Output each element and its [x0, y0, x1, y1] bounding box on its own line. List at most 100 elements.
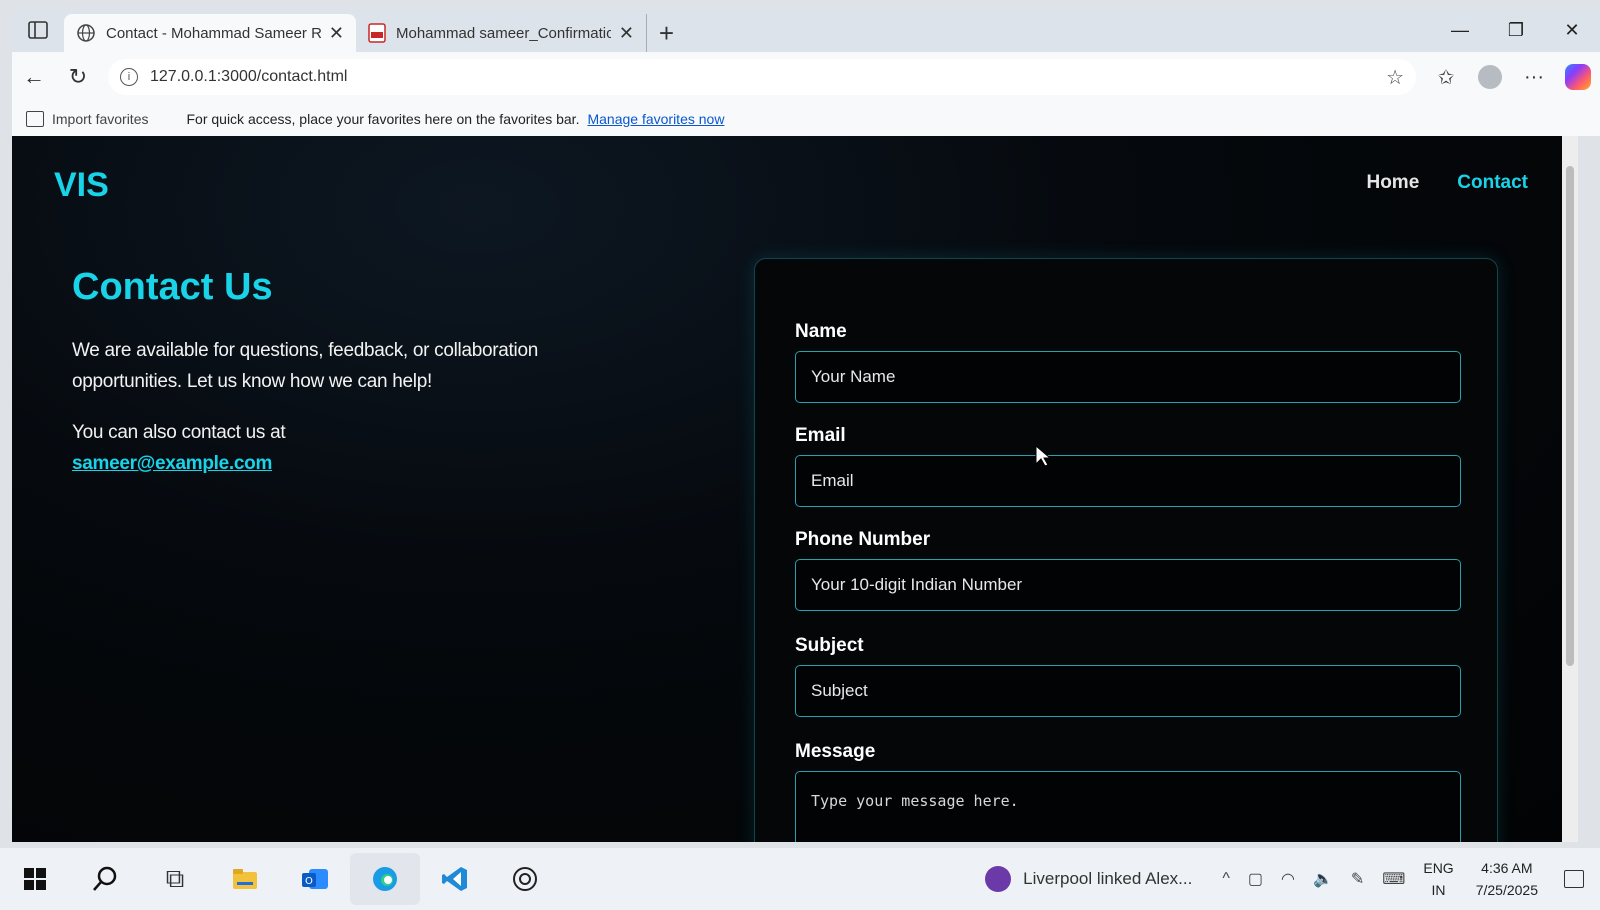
message-textarea[interactable]: Type your message here.: [795, 771, 1461, 842]
email-field-group: Email Email: [795, 425, 1461, 507]
chatgpt-icon[interactable]: [490, 853, 560, 905]
message-label: Message: [795, 741, 876, 762]
add-favorite-star-icon[interactable]: ☆: [1386, 65, 1404, 90]
nav-contact-link[interactable]: Contact: [1457, 172, 1528, 194]
lang-code: ENG: [1423, 860, 1454, 876]
edge-icon[interactable]: [350, 853, 420, 905]
region-code: IN: [1431, 882, 1446, 898]
new-tab-button[interactable]: +: [646, 14, 686, 52]
taskbar: ⧉ O Liverpool linked Alex... ^ ▢ ◠ 🔈 ✎ ⌨: [0, 848, 1600, 910]
web-page: VIS Home Contact Contact Us We are avail…: [12, 136, 1562, 842]
page-scrollbar[interactable]: [1562, 136, 1578, 842]
avatar: [1478, 65, 1502, 89]
manage-favorites-link[interactable]: Manage favorites now: [587, 111, 724, 127]
address-bar-row: ← ↻ i 127.0.0.1:3000/contact.html ☆ ✩ ··…: [12, 52, 1600, 102]
subject-label: Subject: [795, 635, 864, 656]
minimize-button[interactable]: —: [1432, 8, 1488, 52]
time-text: 4:36 AM: [1481, 860, 1533, 876]
chatgpt-logo-icon: [513, 867, 537, 891]
start-button[interactable]: [0, 853, 70, 905]
wifi-icon[interactable]: ◠: [1281, 869, 1295, 889]
site-logo[interactable]: VIS: [54, 166, 109, 205]
svg-text:O: O: [305, 876, 313, 887]
tab-pdf[interactable]: Mohammad sameer_Confirmatio ✕: [356, 14, 646, 52]
also-contact-text: You can also contact us at sameer@exampl…: [72, 417, 632, 479]
windows-icon: [24, 868, 46, 890]
tab-title: Contact - Mohammad Sameer Ra: [106, 24, 321, 42]
address-bar[interactable]: i 127.0.0.1:3000/contact.html ☆: [108, 59, 1416, 95]
globe-icon: [77, 24, 95, 42]
contact-info: Contact Us We are available for question…: [72, 266, 632, 479]
tab-title: Mohammad sameer_Confirmatio: [396, 24, 611, 42]
meet-icon[interactable]: ▢: [1248, 869, 1263, 889]
language-indicator[interactable]: ENG IN: [1423, 857, 1453, 901]
email-input[interactable]: Email: [795, 455, 1461, 507]
close-tab-icon[interactable]: ✕: [329, 23, 344, 44]
pdf-icon: [368, 23, 386, 43]
email-link[interactable]: sameer@example.com: [72, 453, 272, 474]
outlook-logo-icon: O: [302, 869, 328, 889]
page-title: Contact Us: [72, 266, 273, 308]
toolbar-right: ✩ ···: [1424, 55, 1600, 99]
outlook-icon[interactable]: O: [280, 853, 350, 905]
site-info-icon[interactable]: i: [120, 68, 138, 86]
profile-button[interactable]: [1468, 55, 1512, 99]
edge-logo-icon: [373, 867, 397, 891]
subject-field-group: Subject Subject: [795, 635, 1461, 717]
notification-icon[interactable]: [1564, 870, 1584, 888]
news-headline: Liverpool linked Alex...: [1023, 869, 1193, 888]
name-label: Name: [795, 321, 847, 342]
keyboard-icon[interactable]: ⌨: [1382, 869, 1405, 889]
file-explorer-icon[interactable]: [210, 853, 280, 905]
tab-strip: Contact - Mohammad Sameer Ra ✕ Mohammad …: [12, 8, 1600, 52]
task-view-button[interactable]: ⧉: [140, 853, 210, 905]
import-favorites-button[interactable]: Import favorites: [26, 111, 148, 127]
scrollbar-thumb[interactable]: [1566, 166, 1574, 666]
copilot-button[interactable]: [1556, 55, 1600, 99]
phone-input[interactable]: Your 10-digit Indian Number: [795, 559, 1461, 611]
also-contact-label: You can also contact us at: [72, 422, 286, 443]
show-hidden-icons-icon[interactable]: ^: [1222, 870, 1230, 888]
folder-icon: [233, 869, 257, 889]
news-club-icon: [985, 866, 1012, 892]
nav-home-link[interactable]: Home: [1366, 172, 1419, 194]
copilot-icon: [1565, 64, 1591, 90]
favorites-bar: Import favorites For quick access, place…: [12, 102, 1600, 136]
back-icon[interactable]: ←: [12, 55, 56, 99]
name-input[interactable]: Your Name: [795, 351, 1461, 403]
sidebar-toggle-button[interactable]: [12, 8, 64, 52]
close-window-button[interactable]: ✕: [1544, 8, 1600, 52]
restore-button[interactable]: ❐: [1488, 8, 1544, 52]
date-text: 7/25/2025: [1475, 882, 1538, 898]
subject-input[interactable]: Subject: [795, 665, 1461, 717]
refresh-icon[interactable]: ↻: [56, 55, 100, 99]
vscode-logo-icon: [442, 867, 467, 891]
intro-text: We are available for questions, feedback…: [72, 340, 538, 392]
pen-icon[interactable]: ✎: [1351, 869, 1364, 889]
favorites-message: For quick access, place your favorites h…: [186, 111, 580, 127]
vscode-icon[interactable]: [420, 853, 490, 905]
import-favorites-label: Import favorites: [52, 111, 149, 127]
close-tab-icon[interactable]: ✕: [619, 23, 634, 44]
sidebar-icon: [28, 21, 48, 39]
window-controls: — ❐ ✕: [1432, 8, 1600, 52]
contact-form: Name Your Name Email Email Phone Number …: [754, 258, 1498, 842]
search-button[interactable]: [70, 853, 140, 905]
favorites-icon[interactable]: ✩: [1424, 55, 1468, 99]
clock[interactable]: 4:36 AM 7/25/2025: [1476, 857, 1538, 901]
system-tray: ^ ▢ ◠ 🔈 ✎ ⌨: [1222, 869, 1405, 889]
site-nav: Home Contact: [1366, 172, 1528, 194]
tab-contact[interactable]: Contact - Mohammad Sameer Ra ✕: [64, 14, 356, 52]
url-text[interactable]: 127.0.0.1:3000/contact.html: [150, 68, 1386, 86]
import-icon: [26, 111, 44, 127]
screen: Contact - Mohammad Sameer Ra ✕ Mohammad …: [0, 0, 1600, 910]
message-field-group: Message Type your message here.: [795, 741, 1461, 842]
phone-field-group: Phone Number Your 10-digit Indian Number: [795, 529, 1461, 611]
phone-label: Phone Number: [795, 529, 931, 550]
name-field-group: Name Your Name: [795, 321, 1461, 403]
mouse-pointer-icon: [1035, 444, 1052, 467]
more-menu-icon[interactable]: ···: [1512, 55, 1556, 99]
email-label: Email: [795, 425, 846, 446]
news-widget[interactable]: Liverpool linked Alex...: [985, 866, 1192, 892]
volume-icon[interactable]: 🔈: [1313, 869, 1333, 889]
